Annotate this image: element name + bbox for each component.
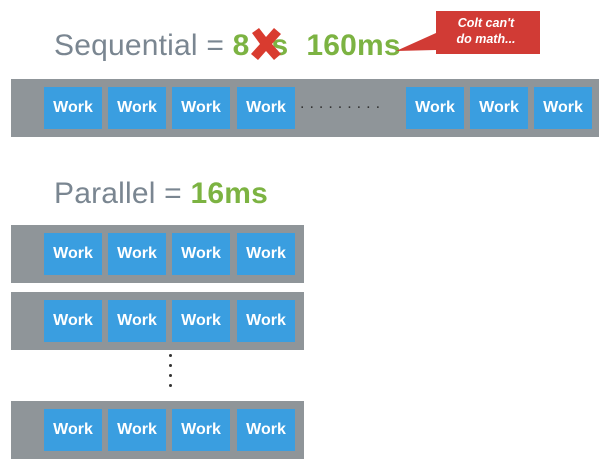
sequential-label: Sequential =: [54, 29, 233, 62]
work-block: Work: [237, 300, 295, 342]
sequential-title: Sequential = 8s 160ms: [54, 28, 401, 63]
work-block: Work: [406, 87, 464, 129]
parallel-value: 16ms: [190, 177, 268, 210]
parallel-label: Parallel =: [54, 177, 191, 210]
work-block: Work: [237, 233, 295, 275]
work-block: Work: [172, 87, 230, 129]
parallel-title: Parallel = 16ms: [54, 177, 268, 211]
parallel-lane: Work Work Work Work: [11, 292, 304, 350]
work-block: Work: [172, 409, 230, 451]
work-block: Work: [108, 233, 166, 275]
work-block: Work: [237, 409, 295, 451]
work-block: Work: [108, 409, 166, 451]
callout-line-1: Colt can't: [457, 16, 515, 30]
cross-out-icon: [250, 28, 281, 60]
callout-line-2: do math...: [456, 32, 516, 46]
work-block: Work: [44, 233, 102, 275]
work-block: Work: [44, 300, 102, 342]
ellipsis-dots: .........: [300, 95, 386, 112]
parallel-lane: Work Work Work Work: [11, 225, 304, 283]
work-block: Work: [172, 300, 230, 342]
work-block: Work: [172, 233, 230, 275]
parallel-lane: Work Work Work Work: [11, 401, 304, 459]
work-block: Work: [44, 409, 102, 451]
sequential-lane: Work Work Work Work ......... Work Work …: [11, 79, 599, 137]
work-block: Work: [470, 87, 528, 129]
callout-note: Colt can't do math...: [396, 11, 540, 54]
work-block: Work: [108, 87, 166, 129]
work-block: Work: [44, 87, 102, 129]
vertical-ellipsis: [167, 354, 173, 394]
callout-text: Colt can't do math...: [436, 15, 536, 47]
sequential-old-value: 8s: [233, 28, 289, 63]
sequential-new-value: 160ms: [306, 29, 401, 62]
work-block: Work: [237, 87, 295, 129]
work-block: Work: [108, 300, 166, 342]
work-block: Work: [534, 87, 592, 129]
